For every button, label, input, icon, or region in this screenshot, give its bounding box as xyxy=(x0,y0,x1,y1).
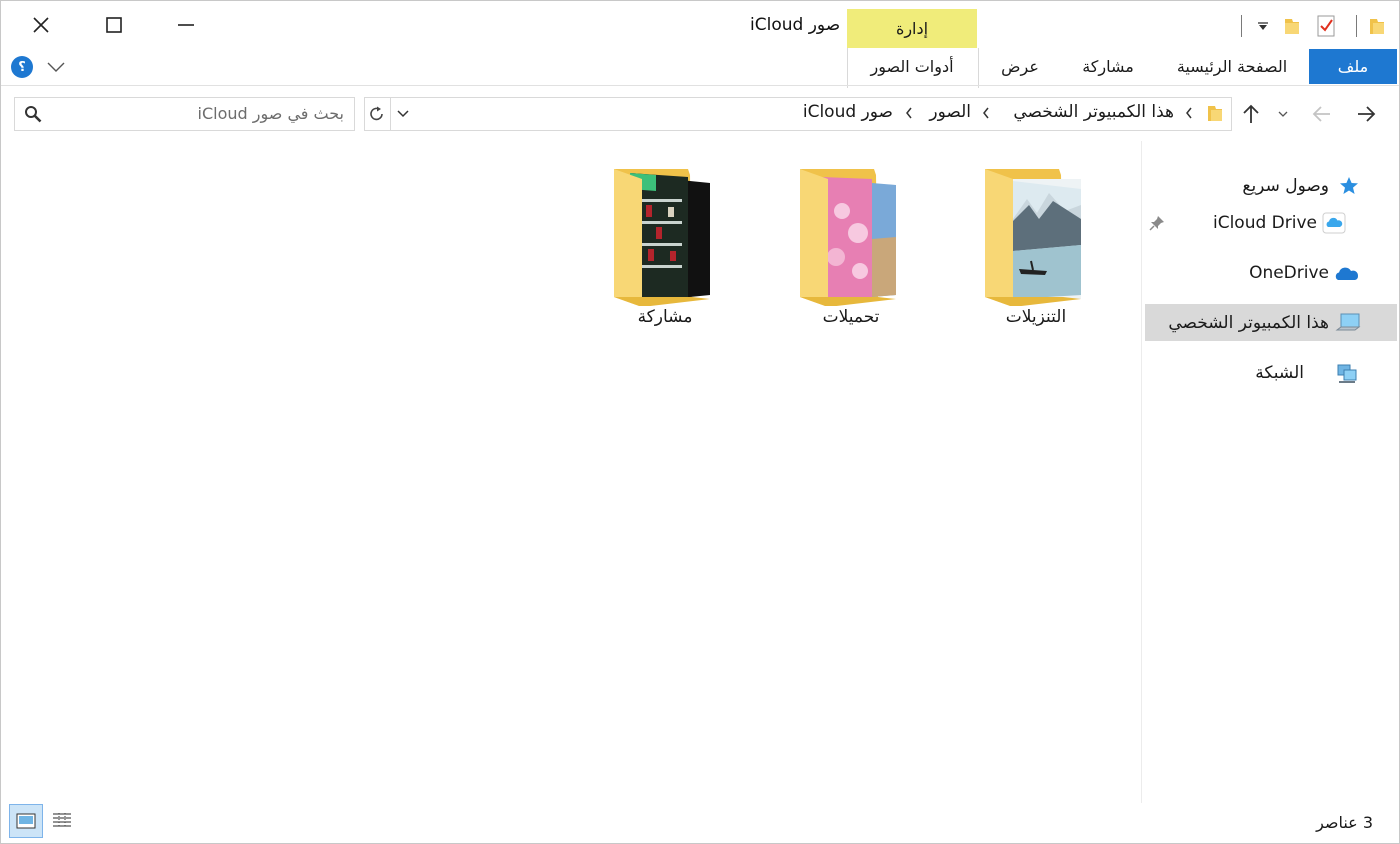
star-icon xyxy=(1337,174,1361,198)
ribbon-divider xyxy=(1,85,1399,86)
refresh-button[interactable] xyxy=(365,101,389,127)
qat-separator xyxy=(1356,15,1357,37)
breadcrumb-chevron-icon[interactable] xyxy=(905,104,913,123)
qat-separator xyxy=(1241,15,1242,37)
tab-file[interactable]: ملف xyxy=(1309,49,1397,84)
large-icons-view-button[interactable] xyxy=(9,804,43,838)
address-folder-icon xyxy=(1205,102,1225,124)
chevron-down-icon xyxy=(1278,111,1288,117)
pin-icon[interactable] xyxy=(1147,213,1167,233)
help-button[interactable]: ؟ xyxy=(11,56,33,78)
sidebar-item-quick-access[interactable]: وصول سريع xyxy=(1242,176,1329,196)
close-icon xyxy=(33,17,49,33)
up-button[interactable] xyxy=(1239,101,1263,127)
sidebar-divider xyxy=(1141,141,1142,803)
breadcrumb-this-pc[interactable]: هذا الكمبيوتر الشخصي xyxy=(1013,102,1174,122)
qat-new-folder-button[interactable] xyxy=(1282,15,1302,37)
search-box[interactable]: بحث في صور iCloud xyxy=(14,97,355,131)
arrow-left-icon xyxy=(1312,106,1330,122)
maximize-button[interactable] xyxy=(78,1,150,49)
dropdown-arrow-icon xyxy=(1258,22,1268,30)
qat-customize-button[interactable] xyxy=(1255,17,1271,35)
folder-label: مشاركة xyxy=(637,307,693,327)
ribbon-expand-button[interactable] xyxy=(44,56,68,78)
details-list-icon xyxy=(53,813,71,828)
tab-picture-tools[interactable]: أدوات الصور xyxy=(852,48,972,84)
arrow-up-icon xyxy=(1243,104,1259,123)
computer-icon xyxy=(1335,312,1361,334)
folder-downloads[interactable]: التنزيلات xyxy=(961,161,1111,331)
breadcrumb-icloud-photos[interactable]: صور iCloud xyxy=(803,102,893,122)
explorer-window: صور iCloud إدارة ملف الصفحة الرئيسية مشا… xyxy=(0,0,1400,844)
window-folder-icon xyxy=(1367,15,1387,37)
folder-shared[interactable]: مشاركة xyxy=(590,161,740,331)
network-icon xyxy=(1334,361,1360,387)
folder-store-preview-icon xyxy=(614,169,710,307)
sidebar-item-onedrive[interactable]: OneDrive xyxy=(1249,263,1329,283)
maximize-icon xyxy=(106,17,122,33)
icloud-icon xyxy=(1322,211,1346,235)
forward-button[interactable] xyxy=(1309,101,1335,127)
recent-locations-button[interactable] xyxy=(1274,105,1292,123)
search-input[interactable]: بحث في صور iCloud xyxy=(198,104,344,123)
breadcrumb-chevron-icon[interactable] xyxy=(1185,104,1193,123)
tab-home[interactable]: الصفحة الرئيسية xyxy=(1169,48,1295,84)
chevron-down-icon xyxy=(397,110,409,118)
folder-label: تحميلات xyxy=(822,307,880,327)
search-icon xyxy=(23,104,43,124)
breadcrumb-chevron-icon[interactable] xyxy=(982,104,990,123)
folder-label: التنزيلات xyxy=(1005,307,1067,327)
breadcrumb-pictures[interactable]: الصور xyxy=(929,102,971,122)
sidebar-item-network[interactable]: الشبكة xyxy=(1255,363,1304,383)
folder-mountain-preview-icon xyxy=(985,169,1081,307)
folder-pink-preview-icon xyxy=(800,169,896,307)
thumbnail-view-icon xyxy=(16,813,36,829)
properties-check-icon xyxy=(1317,15,1335,37)
tab-view[interactable]: عرض xyxy=(991,48,1049,84)
address-history-button[interactable] xyxy=(392,105,414,123)
close-button[interactable] xyxy=(5,1,77,49)
sidebar-item-icloud-drive[interactable]: iCloud Drive xyxy=(1213,213,1317,233)
help-icon: ؟ xyxy=(18,59,26,75)
minimize-button[interactable] xyxy=(150,1,222,49)
arrow-right-icon xyxy=(1358,106,1376,122)
onedrive-cloud-icon xyxy=(1333,263,1361,283)
qat-properties-button[interactable] xyxy=(1315,14,1337,38)
tab-share[interactable]: مشاركة xyxy=(1073,48,1143,84)
chevron-down-icon xyxy=(47,62,65,72)
refresh-icon xyxy=(370,106,383,121)
minimize-icon xyxy=(178,24,194,26)
folder-uploads[interactable]: تحميلات xyxy=(776,161,926,331)
window-title: صور iCloud xyxy=(750,15,841,35)
folder-icon xyxy=(1285,19,1299,34)
context-tab-manage[interactable]: إدارة xyxy=(847,9,977,48)
sidebar-item-this-pc[interactable]: هذا الكمبيوتر الشخصي xyxy=(1168,313,1329,333)
address-divider xyxy=(390,98,391,130)
status-item-count: 3 عناصر xyxy=(1316,813,1373,832)
back-button[interactable] xyxy=(1353,101,1379,127)
details-view-button[interactable] xyxy=(45,804,79,838)
